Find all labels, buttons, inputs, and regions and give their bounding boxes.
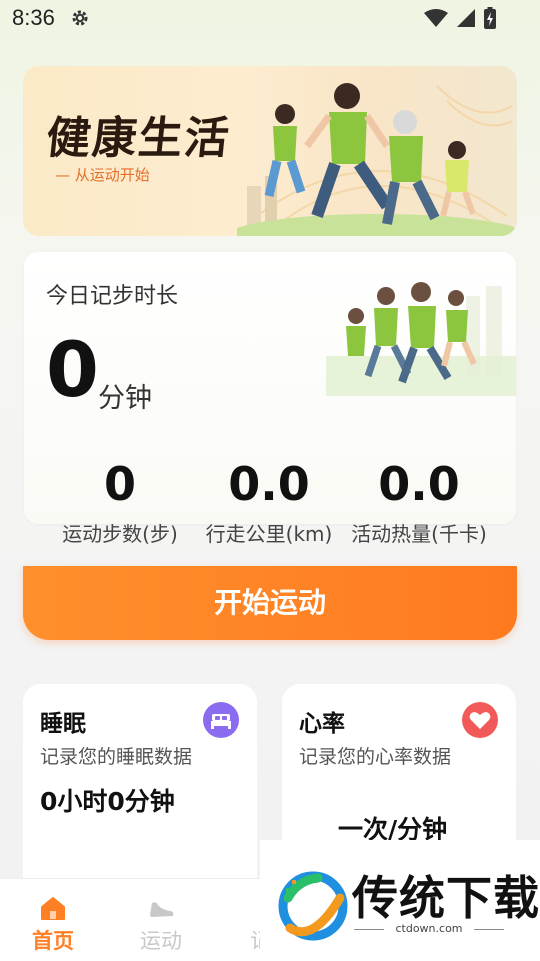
- ctdown-logo-icon: [278, 871, 348, 941]
- calories-label: 活动热量(千卡): [351, 522, 487, 546]
- sleep-value: 0小时0分钟: [40, 787, 175, 816]
- health-banner[interactable]: 健康生活 — 从运动开始: [23, 66, 517, 236]
- step-duration-unit: 分钟: [98, 383, 152, 414]
- wifi-icon: [424, 9, 448, 27]
- stat-distance: 0.0 行走公里(km): [189, 458, 349, 547]
- step-duration-label: 今日记步时长: [46, 284, 179, 309]
- cellular-signal-icon: [457, 9, 475, 27]
- watermark-line-right: [474, 929, 504, 930]
- distance-label: 行走公里(km): [205, 522, 333, 546]
- sleep-title: 睡眠: [40, 711, 86, 737]
- stats-row: 0 运动步数(步) 0.0 行走公里(km) 0.0 活动热量(千卡): [24, 458, 516, 548]
- sleep-desc: 记录您的睡眠数据: [40, 746, 193, 768]
- watermark-brand: 传统下载: [352, 871, 540, 925]
- heart-rate-desc: 记录您的心率数据: [299, 746, 452, 768]
- tab-exercise[interactable]: 运动: [116, 879, 206, 961]
- shoe-icon: [150, 902, 174, 917]
- status-bar: 8:36: [0, 0, 540, 36]
- tab-home[interactable]: 首页: [8, 879, 98, 961]
- heart-icon: [462, 702, 498, 738]
- home-icon: [41, 897, 65, 920]
- steps-value: 0: [103, 457, 136, 511]
- heart-rate-title: 心率: [299, 711, 345, 737]
- banner-title: 健康生活: [43, 113, 234, 164]
- start-exercise-button[interactable]: 开始运动: [23, 566, 517, 640]
- distance-value: 0.0: [228, 457, 310, 511]
- banner-subtitle: — 从运动开始: [55, 166, 150, 184]
- running-people-illustration: [237, 83, 517, 236]
- battery-icon: [484, 7, 496, 29]
- status-time: 8:36: [12, 5, 55, 30]
- stat-calories: 0.0 活动热量(千卡): [339, 458, 499, 547]
- calories-value: 0.0: [378, 457, 460, 511]
- site-watermark: 传统下载 ctdown.com: [260, 840, 540, 960]
- tab-home-label: 首页: [32, 929, 74, 953]
- step-duration-value: 0: [46, 325, 99, 414]
- steps-label: 运动步数(步): [62, 522, 178, 546]
- settings-gear-icon: [72, 10, 88, 26]
- sleep-card[interactable]: 睡眠 记录您的睡眠数据 0小时0分钟: [23, 684, 257, 904]
- stat-steps: 0 运动步数(步): [40, 458, 200, 547]
- bed-icon: [203, 702, 239, 738]
- tab-exercise-label: 运动: [140, 929, 182, 953]
- runners-illustration: [326, 282, 516, 396]
